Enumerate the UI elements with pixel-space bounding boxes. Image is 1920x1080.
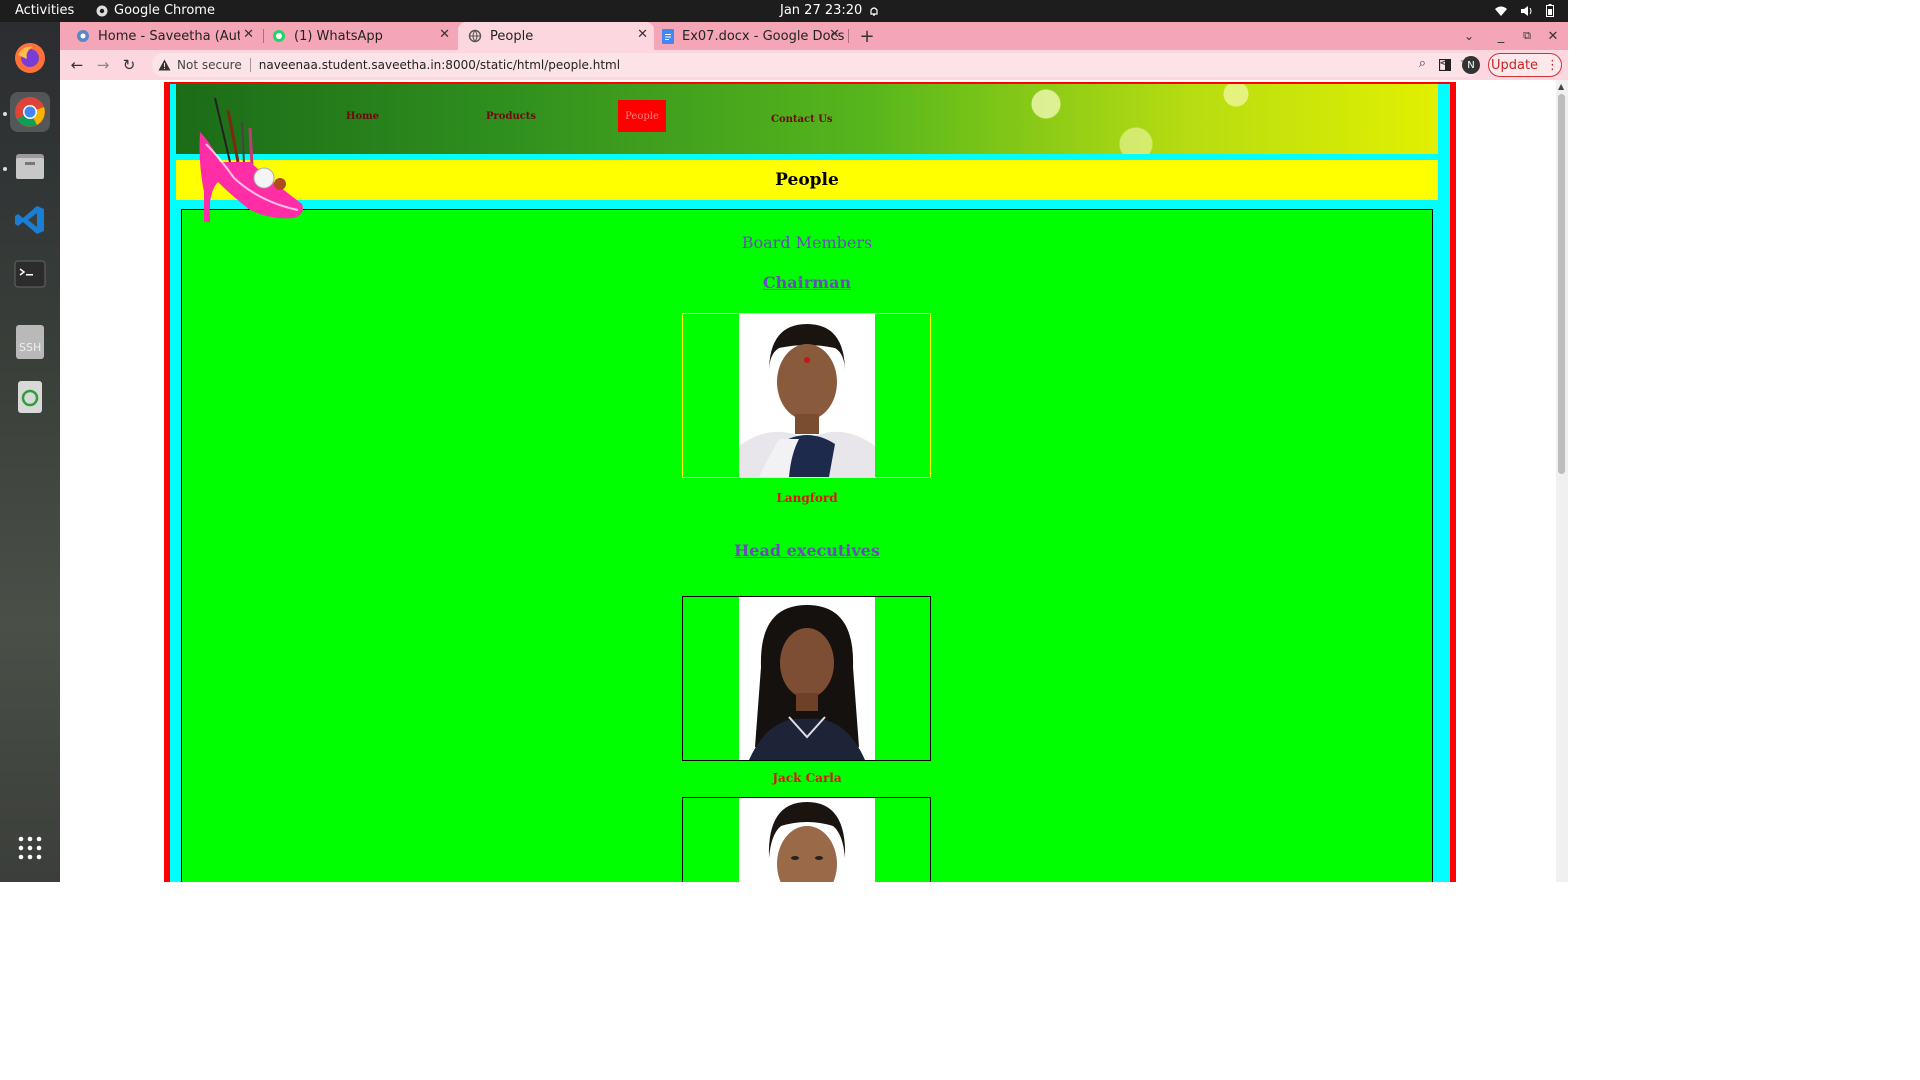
clock[interactable]: Jan 27 23:20 xyxy=(780,3,880,18)
page-viewport: Home Products People Contact Us People B… xyxy=(60,80,1556,882)
nav-people[interactable]: People xyxy=(618,100,666,132)
docs-icon xyxy=(662,28,674,44)
update-label: Update xyxy=(1490,57,1539,73)
chairman-heading[interactable]: Chairman xyxy=(182,273,1432,292)
side-panel-icon[interactable] xyxy=(1434,54,1456,76)
page-title: People xyxy=(176,160,1438,200)
executive-name: Jack Carla xyxy=(772,771,842,785)
running-indicator xyxy=(3,112,7,116)
executive-photo xyxy=(739,597,875,760)
dock-chrome[interactable] xyxy=(10,92,50,132)
dock-ssh-app[interactable]: SSH xyxy=(10,322,50,362)
whatsapp-icon xyxy=(273,30,285,42)
chrome-icon xyxy=(15,97,45,127)
restore-icon[interactable]: ⧉ xyxy=(1516,25,1538,47)
clock-text: Jan 27 23:20 xyxy=(780,3,863,18)
tab-google-docs[interactable]: Ex07.docx - Google Docs ✕ xyxy=(656,22,846,50)
notification-bell-icon xyxy=(870,6,878,16)
executive-photo-frame xyxy=(682,797,931,882)
scroll-up-icon[interactable]: ▲ xyxy=(1558,82,1564,91)
head-executives-heading[interactable]: Head executives xyxy=(182,541,1432,560)
zoom-icon[interactable]: ⌕ xyxy=(1419,56,1426,71)
header-banner: Home Products People Contact Us xyxy=(176,84,1438,154)
dock-terminal[interactable] xyxy=(10,254,50,294)
chairman-photo-frame xyxy=(682,313,931,478)
chairman-name: Langford xyxy=(776,491,838,505)
chrome-icon xyxy=(96,5,108,16)
dock-files[interactable] xyxy=(10,146,50,186)
site-frame: Home Products People Contact Us People B… xyxy=(164,82,1456,882)
app-name: Google Chrome xyxy=(114,3,215,18)
profile-avatar[interactable]: N xyxy=(1462,56,1480,74)
saveetha-icon xyxy=(77,30,89,42)
app-grid-icon xyxy=(18,836,42,860)
address-bar[interactable]: Not secure naveenaa.student.saveetha.in:… xyxy=(152,53,1480,77)
update-button[interactable]: Update ⋮ xyxy=(1488,53,1562,77)
close-tab-icon[interactable]: ✕ xyxy=(829,27,840,42)
tab-people[interactable]: People ✕ xyxy=(458,22,654,50)
people-content: Board Members Chairman Langford Head exe… xyxy=(181,209,1433,882)
vscode-icon xyxy=(15,206,44,234)
nav-contact-us[interactable]: Contact Us xyxy=(771,114,833,125)
tab-title: (1) WhatsApp xyxy=(294,28,383,44)
tab-separator xyxy=(848,29,849,43)
system-top-bar: Activities Google Chrome Jan 27 23:20 xyxy=(0,0,1568,22)
browser-toolbar: ← → ↻ Not secure naveenaa.student.saveet… xyxy=(60,50,1568,80)
divider xyxy=(249,58,251,72)
executive-photo-frame xyxy=(682,596,931,761)
trash-icon xyxy=(18,381,42,413)
executive-photo xyxy=(739,798,875,882)
tab-search-icon[interactable]: ⌄ xyxy=(1458,25,1480,47)
files-icon xyxy=(16,154,44,179)
show-apps-button[interactable] xyxy=(10,828,50,868)
running-indicator xyxy=(3,167,7,171)
tab-separator xyxy=(263,29,264,43)
new-tab-icon[interactable]: + xyxy=(856,25,878,47)
dock-firefox[interactable] xyxy=(10,38,50,78)
scrollbar-thumb[interactable] xyxy=(1558,94,1565,474)
firefox-icon xyxy=(15,43,45,73)
terminal-icon xyxy=(14,260,46,288)
dock-trash[interactable] xyxy=(10,376,50,416)
battery-icon xyxy=(1546,4,1554,17)
url-text[interactable]: naveenaa.student.saveetha.in:8000/static… xyxy=(259,58,620,72)
activities-button[interactable]: Activities xyxy=(15,3,74,18)
close-tab-icon[interactable]: ✕ xyxy=(637,27,648,42)
system-tray[interactable] xyxy=(1494,4,1554,17)
tab-whatsapp[interactable]: (1) WhatsApp ✕ xyxy=(266,22,456,50)
tab-title: People xyxy=(490,28,534,44)
page-scrollbar[interactable]: ▲ xyxy=(1556,80,1568,882)
globe-icon xyxy=(468,29,482,43)
chairman-photo xyxy=(739,314,875,477)
svg-text:SSH: SSH xyxy=(19,341,41,354)
tab-title: Home - Saveetha (Autono xyxy=(98,28,240,44)
close-window-icon[interactable]: ✕ xyxy=(1542,25,1564,47)
security-status[interactable]: Not secure xyxy=(177,58,242,72)
back-icon[interactable]: ← xyxy=(66,54,88,76)
app-menu[interactable]: Google Chrome xyxy=(96,3,215,18)
board-members-heading: Board Members xyxy=(741,233,873,252)
tab-title: Ex07.docx - Google Docs xyxy=(682,28,845,44)
menu-kebab-icon: ⋮ xyxy=(1546,57,1560,73)
nav-products[interactable]: Products xyxy=(486,111,536,122)
reload-icon[interactable]: ↻ xyxy=(118,54,140,76)
minimize-icon[interactable]: _ xyxy=(1490,25,1512,47)
tab-strip: Home - Saveetha (Autono ✕ (1) WhatsApp ✕… xyxy=(60,22,1568,50)
ssh-app-icon: SSH xyxy=(16,325,44,359)
close-tab-icon[interactable]: ✕ xyxy=(439,27,450,42)
warning-icon xyxy=(158,59,171,71)
volume-icon xyxy=(1521,5,1532,16)
tab-saveetha-home[interactable]: Home - Saveetha (Autono ✕ xyxy=(70,22,260,50)
dock: SSH xyxy=(0,22,60,882)
close-tab-icon[interactable]: ✕ xyxy=(243,27,254,42)
nav-home[interactable]: Home xyxy=(346,111,379,122)
wifi-icon xyxy=(1495,6,1507,16)
high-heel-logo xyxy=(199,97,303,222)
forward-icon[interactable]: → xyxy=(92,54,114,76)
dock-vscode[interactable] xyxy=(10,200,50,240)
